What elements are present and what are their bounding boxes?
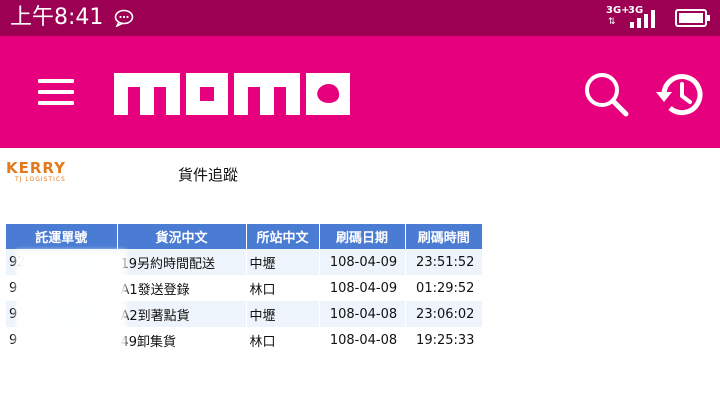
station-cell: 中壢 <box>246 301 320 327</box>
data-arrows-icon: ⇅ <box>608 17 616 27</box>
scan-date-cell: 108-04-08 <box>319 327 406 353</box>
battery-icon <box>675 9 710 27</box>
scan-date-cell: 108-04-08 <box>319 301 406 327</box>
scan-time-cell: 19:25:33 <box>405 327 482 353</box>
signal-strength-icon <box>630 10 655 28</box>
page-title: 貨件追蹤 <box>178 166 239 184</box>
history-icon[interactable] <box>654 70 706 118</box>
table-header-row: 託運單號 貨況中文 所站中文 刷碼日期 刷碼時間 <box>6 224 482 249</box>
menu-icon[interactable] <box>36 76 76 108</box>
station-cell: 林口 <box>246 275 320 301</box>
scan-time-cell: 01:29:52 <box>405 275 482 301</box>
network-type-1: 3G+ <box>606 5 630 16</box>
header-station: 所站中文 <box>246 224 320 249</box>
scan-date-cell: 108-04-09 <box>319 275 406 301</box>
header-scan-date: 刷碼日期 <box>319 224 406 249</box>
status-time: 上午8:41 <box>10 5 104 30</box>
kerry-logistics-logo: KERRY TJ LOGISTICS <box>6 160 78 186</box>
status-cell: A2到著點貨 <box>117 301 247 327</box>
search-icon[interactable] <box>582 70 630 118</box>
station-cell: 中壢 <box>246 249 320 275</box>
header-tracking-number: 託運單號 <box>6 224 118 249</box>
scan-date-cell: 108-04-09 <box>319 249 406 275</box>
kerry-logo-text: KERRY <box>6 159 67 177</box>
header-scan-time: 刷碼時間 <box>405 224 482 249</box>
redaction-blur <box>16 250 126 350</box>
app-bar: momo <box>0 36 720 148</box>
scan-time-cell: 23:06:02 <box>405 301 482 327</box>
header-status: 貨況中文 <box>117 224 247 249</box>
status-cell: 49卸集貨 <box>117 327 247 353</box>
status-cell: A1發送登錄 <box>117 275 247 301</box>
status-cell: 19另約時間配送 <box>117 249 247 275</box>
status-bar: 上午8:41 3G+ ⇅ 3G <box>0 0 720 36</box>
station-cell: 林口 <box>246 327 320 353</box>
logo-text: momo <box>114 69 118 70</box>
scan-time-cell: 23:51:52 <box>405 249 482 275</box>
chat-bubble-icon <box>114 9 134 27</box>
momo-logo[interactable]: momo <box>114 69 350 115</box>
kerry-logo-subtext: TJ LOGISTICS <box>15 176 66 183</box>
